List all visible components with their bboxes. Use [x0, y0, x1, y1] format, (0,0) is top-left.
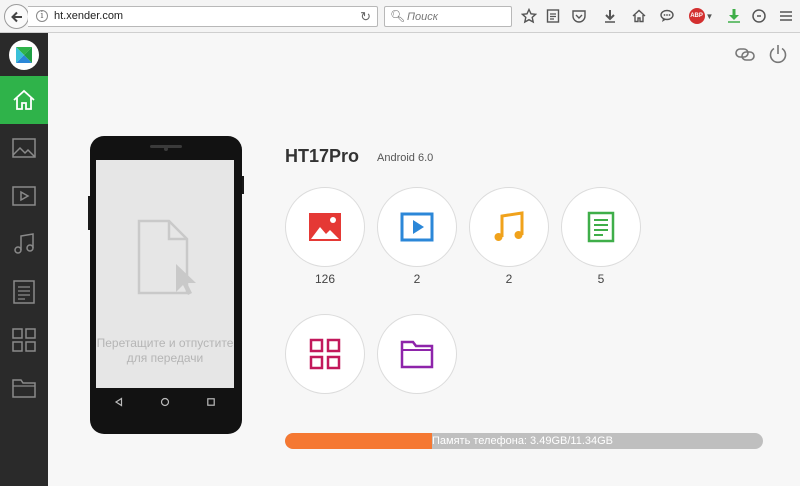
storage-fill: [285, 433, 433, 449]
music-icon: [14, 233, 34, 254]
back-icon: [10, 11, 22, 22]
video-icon: [12, 186, 36, 206]
music-count: 2: [505, 272, 513, 286]
power-button[interactable]: [766, 42, 790, 66]
chevron-down-icon: ▼: [705, 11, 714, 21]
apps-icon: [309, 338, 341, 370]
sidebar-item-documents[interactable]: [0, 268, 48, 316]
pocket-icon[interactable]: [570, 7, 588, 25]
recents-softkey-icon: [207, 398, 215, 406]
search-input[interactable]: Поиск: [407, 11, 438, 23]
phone-drop-zone[interactable]: Перетащите и отпустите для передачи: [88, 136, 244, 434]
category-videos-button[interactable]: [377, 187, 457, 267]
back-button[interactable]: [4, 4, 29, 29]
apps-icon: [12, 328, 36, 352]
reload-icon[interactable]: ↻: [360, 9, 371, 25]
phone-side-button: [88, 196, 90, 230]
home-icon: [13, 89, 35, 110]
document-icon: [587, 211, 615, 243]
music-icon: [494, 211, 524, 241]
phone-side-button: [242, 176, 244, 194]
folder-icon: [12, 379, 36, 398]
documents-count: 5: [597, 272, 605, 286]
sidebar-item-home[interactable]: [0, 76, 48, 124]
power-icon: [769, 45, 787, 64]
xender-logo-icon: [16, 47, 32, 63]
reader-icon[interactable]: [544, 7, 562, 25]
sidebar-item-videos[interactable]: [0, 172, 48, 220]
category-apps-button[interactable]: [285, 314, 365, 394]
videos-count: 2: [413, 272, 421, 286]
image-icon: [309, 213, 341, 241]
device-os: Android 6.0: [377, 152, 434, 164]
star-icon[interactable]: [520, 7, 538, 25]
back-softkey-icon: [114, 397, 123, 407]
sidebar-item-images[interactable]: [0, 124, 48, 172]
sidebar-item-music[interactable]: [0, 220, 48, 268]
phone-softkeys: [96, 390, 234, 414]
phone-camera: [164, 147, 168, 151]
search-box[interactable]: 🔍︎ Поиск: [384, 6, 512, 27]
browser-toolbar: i ht.xender.com ↻ 🔍︎ Поиск ABP ▼: [0, 0, 800, 33]
home-icon[interactable]: [630, 7, 648, 25]
url-text: ht.xender.com: [54, 10, 124, 22]
images-count: 126: [314, 272, 336, 286]
category-documents-button[interactable]: [561, 187, 641, 267]
menu-icon[interactable]: [776, 7, 796, 25]
chat-icon[interactable]: [658, 7, 676, 25]
home-softkey-icon: [160, 397, 170, 407]
document-icon: [13, 280, 35, 304]
category-images-button[interactable]: [285, 187, 365, 267]
adblock-badge: ABP: [688, 8, 705, 24]
search-icon: 🔍︎: [390, 9, 406, 23]
connect-button[interactable]: [733, 42, 757, 66]
adblock-icon[interactable]: ABP ▼: [688, 7, 714, 25]
category-files-button[interactable]: [377, 314, 457, 394]
sidebar-item-files[interactable]: [0, 364, 48, 412]
sidebar-item-apps[interactable]: [0, 316, 48, 364]
download-icon[interactable]: [601, 7, 619, 25]
folder-icon: [400, 340, 434, 369]
category-music-button[interactable]: [469, 187, 549, 267]
drag-file-icon: [137, 219, 196, 295]
image-icon: [12, 138, 36, 158]
phone-screen[interactable]: Перетащите и отпустите для передачи: [96, 160, 234, 388]
video-icon: [400, 212, 434, 242]
storage-label: Память телефона: 3.49GB/11.34GB: [432, 435, 614, 447]
extension-icon[interactable]: [750, 7, 768, 25]
info-icon[interactable]: i: [36, 10, 48, 22]
storage-bar: Память телефона: 3.49GB/11.34GB: [285, 433, 763, 449]
download-helper-icon[interactable]: [725, 7, 743, 25]
xender-logo[interactable]: [9, 40, 39, 70]
drop-hint: Перетащите и отпустите для передачи: [96, 336, 234, 365]
url-bar[interactable]: i ht.xender.com ↻: [28, 6, 378, 27]
link-icon: [735, 48, 755, 61]
sidebar: [0, 33, 48, 486]
device-name: HT17Pro: [285, 146, 360, 166]
